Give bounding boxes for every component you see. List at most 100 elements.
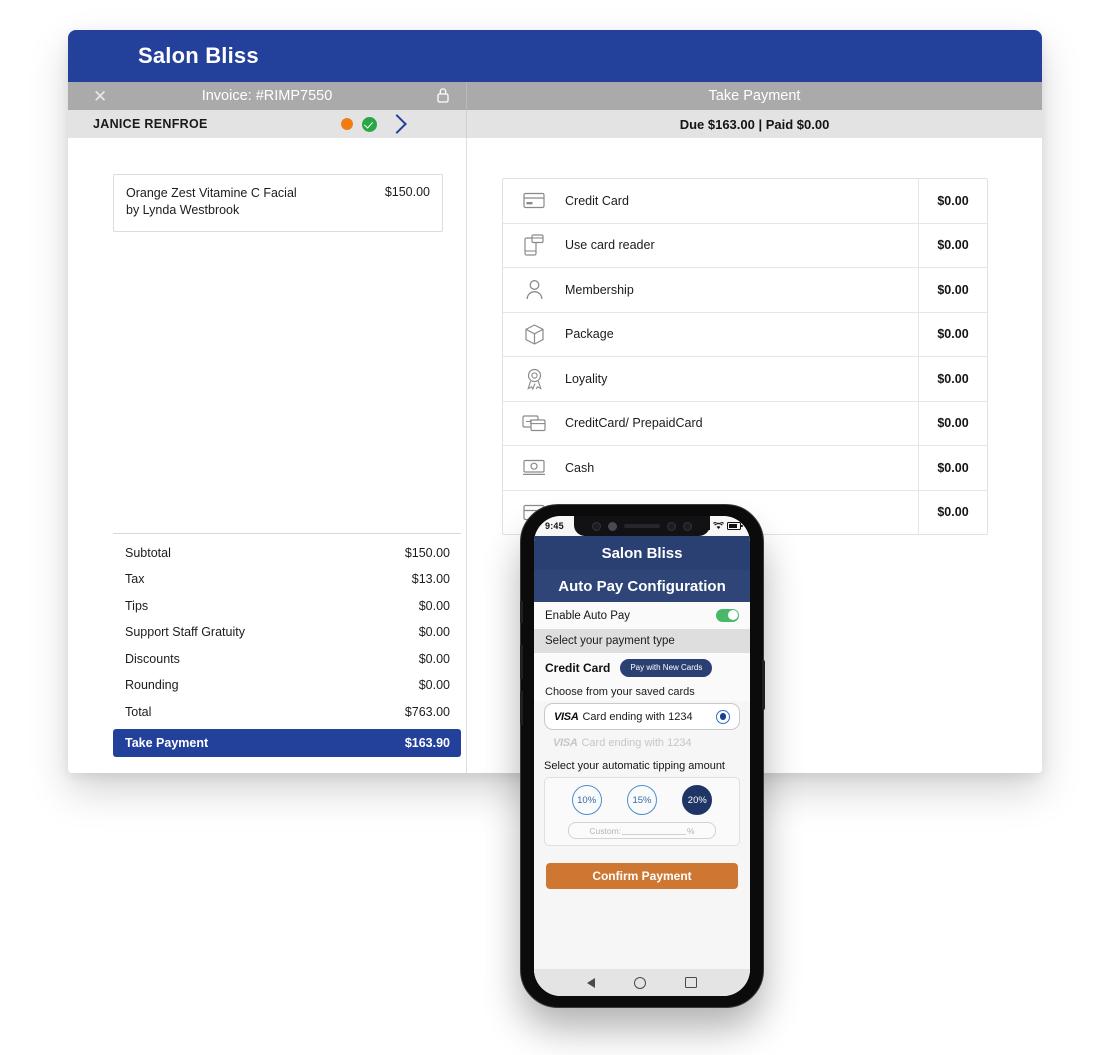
phone-brand-title: Salon Bliss [601,544,683,562]
card-reader-icon [503,234,565,256]
credit-card-icon [503,192,565,209]
signal-bars-icon [700,522,710,531]
total-label: Tips [125,598,149,613]
custom-tip-suffix: % [687,825,695,836]
orange-dot-icon[interactable] [341,118,353,130]
take-payment-label: Take Payment [125,736,209,750]
payment-method-row[interactable]: Use card reader $0.00 [503,223,987,268]
phone-volume-up-button[interactable] [519,645,523,679]
phone-screen-title-bar: Auto Pay Configuration [534,570,750,602]
saved-card-option-selected[interactable]: VISA Card ending with 1234 [544,703,740,730]
brand-title: Salon Bliss [138,43,259,68]
line-item-provider: by Lynda Westbrook [126,203,240,217]
phone-volume-down-button[interactable] [519,691,523,725]
take-payment-value: $163.90 [404,736,450,750]
payment-method-label: Loyality [565,371,608,386]
customer-info-row: JANICE RENFROE Due $163.00 | Paid $0.00 [68,110,1042,138]
payment-method-amount: $0.00 [918,401,987,445]
confirm-payment-button[interactable]: Confirm Payment [546,863,738,889]
credit-card-row: Credit Card Pay with New Cards [534,653,750,682]
payment-method-row[interactable]: Package $0.00 [503,312,987,357]
payment-method-row[interactable]: Credit Card $0.00 [503,179,987,224]
saved-card-radio-selected[interactable] [716,709,730,724]
phone-power-button[interactable] [761,660,765,710]
total-row: Total $763.00 [113,699,461,726]
payment-method-row[interactable]: CreditCard/ PrepaidCard $0.00 [503,401,987,446]
earpiece-speaker [624,524,660,528]
custom-tip-prefix: Custom: [589,825,622,836]
phone-screen-title: Auto Pay Configuration [558,577,726,595]
ambient-sensor-icon [683,521,692,531]
tip-option[interactable]: 10% [571,785,602,815]
pay-with-new-cards-button[interactable]: Pay with New Cards [620,658,713,677]
enable-auto-pay-row[interactable]: Enable Auto Pay [534,602,750,629]
custom-tip-input[interactable]: Custom: % [568,822,716,839]
confirm-button-wrap: Confirm Payment [534,846,750,889]
proximity-sensor-icon [667,521,676,531]
take-payment-header: Take Payment [466,82,1042,110]
choose-saved-cards-label: Choose from your saved cards [545,685,695,698]
payment-method-amount: $0.00 [918,312,987,356]
totals-section: Subtotal $150.00 Tax $13.00 Tips $0.00 Support… [113,532,461,757]
customer-name: JANICE RENFROE [93,117,208,131]
tip-option[interactable]: 15% [626,785,657,815]
select-payment-type-label: Select your payment type [545,635,675,647]
saved-card-text: Card ending with 1234 [582,710,693,723]
custom-tip-underline [622,826,687,835]
phone-mute-button[interactable] [519,601,523,623]
phone-brand-header: Salon Bliss [534,536,750,570]
phone-nav-bar [534,969,750,996]
payment-method-row[interactable]: Loyality $0.00 [503,357,987,402]
phone-screen: 9:45 Salon Bliss Auto Pay Configuration … [534,516,750,996]
take-payment-button[interactable]: Take Payment $163.90 [113,729,461,757]
visa-logo-icon: VISA [554,710,579,723]
total-value: $150.00 [404,545,450,560]
home-circle-icon[interactable] [634,976,647,989]
customer-block[interactable]: JANICE RENFROE [68,110,466,138]
phone-app-body: Salon Bliss Auto Pay Configuration Enabl… [534,536,750,996]
enable-auto-pay-label: Enable Auto Pay [545,609,631,622]
tipping-options-box: 10% 15% 20% Custom: % [544,777,740,846]
payment-method-label: Use card reader [565,238,655,253]
chevron-right-icon[interactable] [387,114,407,134]
payment-method-row[interactable]: Cash $0.00 [503,446,987,491]
package-icon [503,324,565,345]
total-row: Rounding $0.00 [113,672,461,699]
line-item[interactable]: Orange Zest Vitamine C Facial by Lynda W… [113,174,443,232]
payment-method-row[interactable]: Membership $0.00 [503,268,987,313]
total-row: Tax $13.00 [113,566,461,593]
recents-square-icon[interactable] [685,976,697,989]
tipping-label-row: Select your automatic tipping amount [534,756,750,776]
sub-header-bar: ✕ Invoice: #RIMP7550 Take Payment [68,82,1042,110]
invoice-pane: Orange Zest Vitamine C Facial by Lynda W… [68,138,467,773]
tip-option[interactable]: 20% [682,785,713,815]
take-payment-title: Take Payment [708,88,801,104]
line-item-text: Orange Zest Vitamine C Facial by Lynda W… [126,185,297,219]
saved-card-option-second[interactable]: VISA Card ending with 1234 [534,730,750,756]
tipping-label: Select your automatic tipping amount [544,760,725,772]
status-time: 9:45 [545,521,564,531]
green-check-icon[interactable] [362,116,377,132]
due-paid-block: Due $163.00 | Paid $0.00 [466,110,1042,138]
payment-method-label: CreditCard/ PrepaidCard [565,416,703,431]
lock-icon[interactable] [436,87,450,104]
total-row: Subtotal $150.00 [113,540,461,567]
payment-method-label: Membership [565,282,634,297]
prepaid-card-icon [503,414,565,432]
payment-method-amount: $0.00 [918,223,987,267]
total-label: Subtotal [125,545,171,560]
status-indicators [700,521,743,531]
total-value: $0.00 [418,651,450,666]
enable-auto-pay-toggle[interactable] [716,609,739,622]
total-value: $13.00 [411,572,450,587]
phone-mockup: 9:45 Salon Bliss Auto Pay Configuration … [514,500,770,1012]
total-label: Rounding [125,678,179,693]
payment-method-label: Cash [565,460,595,475]
phone-status-bar: 9:45 [534,516,750,536]
total-label: Total [125,704,152,719]
invoice-header-left: ✕ Invoice: #RIMP7550 [68,82,466,110]
back-triangle-icon[interactable] [587,977,596,988]
brand-header: Salon Bliss [68,30,1042,82]
select-payment-type-header: Select your payment type [534,629,750,653]
line-item-price: $150.00 [384,185,430,199]
